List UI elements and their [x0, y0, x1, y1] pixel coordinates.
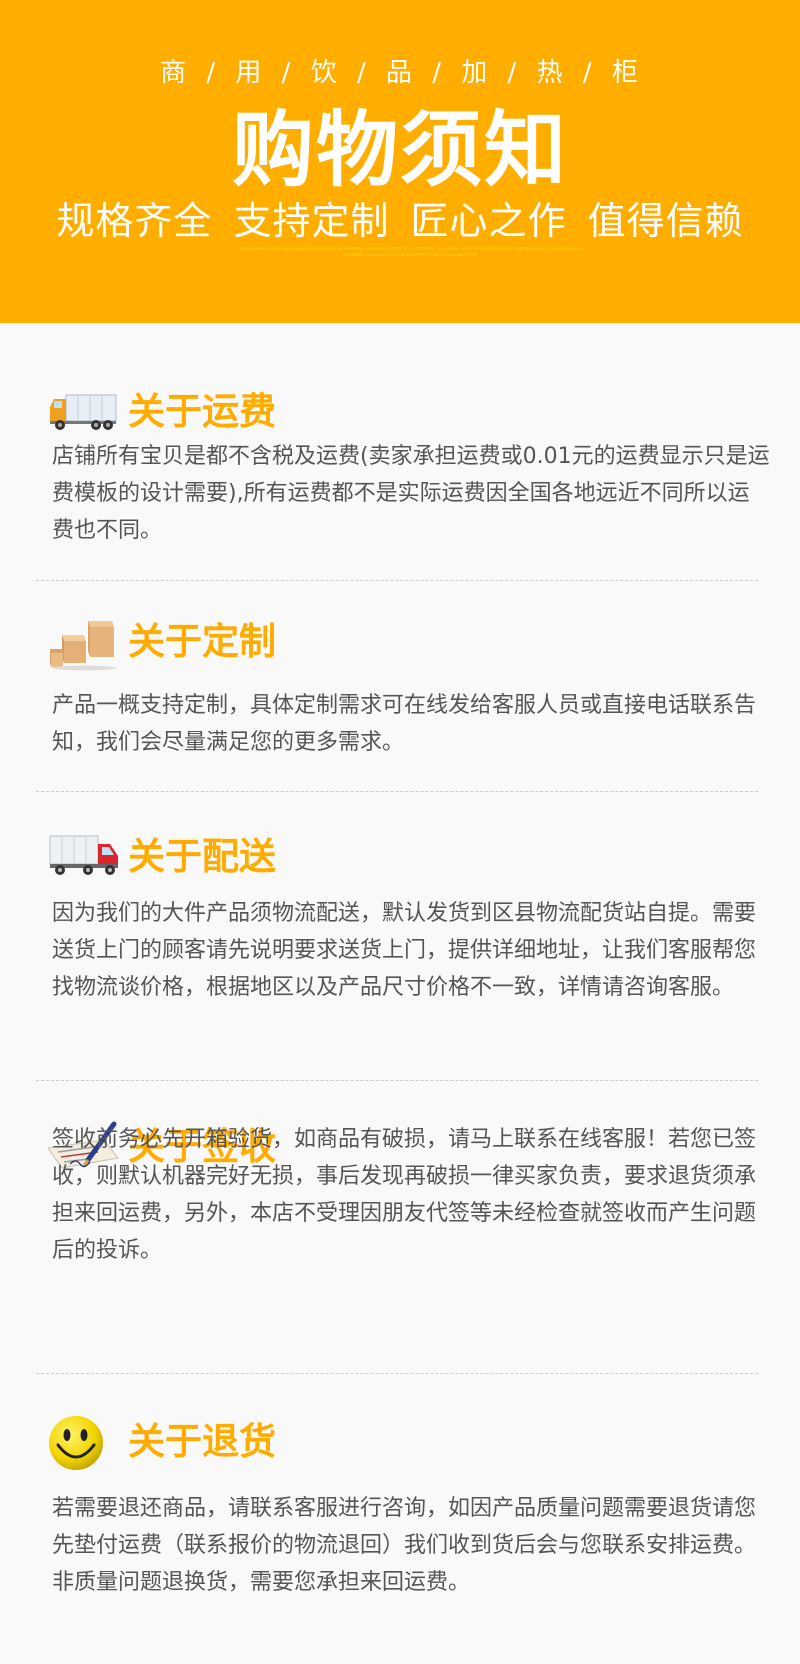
- section-title: 关于退货: [128, 1420, 276, 1463]
- notice-content: 关于运费 店铺所有宝贝是都不含税及运费(卖家承担运费或0.01元的运费显示只是运…: [0, 323, 800, 1664]
- page: 商 / 用 / 饮 / 品 / 加 / 热 / 柜 购物须知 规格齐全 支持定制…: [0, 0, 800, 1664]
- section-divider: [36, 1373, 758, 1374]
- section-title: 关于定制: [128, 620, 276, 663]
- banner-slogan: 规格齐全 支持定制 匠心之作 值得信赖: [56, 199, 744, 243]
- section-title: 关于配送: [128, 835, 276, 878]
- section-divider: [36, 791, 758, 792]
- delivery-truck-icon: [48, 828, 120, 888]
- page-title: 购物须知: [231, 103, 568, 198]
- section-divider: [36, 580, 758, 581]
- truck-icon: [48, 383, 120, 443]
- section-divider: [36, 1080, 758, 1081]
- section-body: 因为我们的大件产品须物流配送，默认发货到区县物流配货站自提。需要送货上门的顾客请…: [52, 901, 757, 1000]
- header-banner: 商 / 用 / 饮 / 品 / 加 / 热 / 柜 购物须知 规格齐全 支持定制…: [0, 0, 800, 323]
- section-header: 关于退货: [48, 1413, 748, 1473]
- section-body: 店铺所有宝贝是都不含税及运费(卖家承担运费或0.01元的运费显示只是运费模板的设…: [52, 444, 770, 543]
- banner-fine-print: ALTHOUGH YOU DON'T HAVE IN DISTRESS/NEED…: [237, 246, 583, 257]
- section-header: 关于运费: [48, 383, 748, 443]
- section-header: 关于配送: [48, 828, 748, 888]
- section-body: 若需要退还商品，请联系客服进行咨询，如因产品质量问题需要退货请您先垫付运费（联系…: [52, 1496, 757, 1595]
- boxes-icon: [48, 613, 120, 673]
- smiley-icon: [48, 1413, 120, 1473]
- section-body: 签收前务必先开箱验货，如商品有破损，请马上联系在线客服！若您已签收，则默认机器完…: [52, 1127, 757, 1263]
- banner-subtitle: 商 / 用 / 饮 / 品 / 加 / 热 / 柜: [160, 58, 640, 88]
- section-header: 关于定制: [48, 613, 748, 673]
- section-body: 产品一概支持定制，具体定制需求可在线发给客服人员或直接电话联系告知，我们会尽量满…: [52, 693, 757, 755]
- section-title: 关于运费: [128, 390, 276, 433]
